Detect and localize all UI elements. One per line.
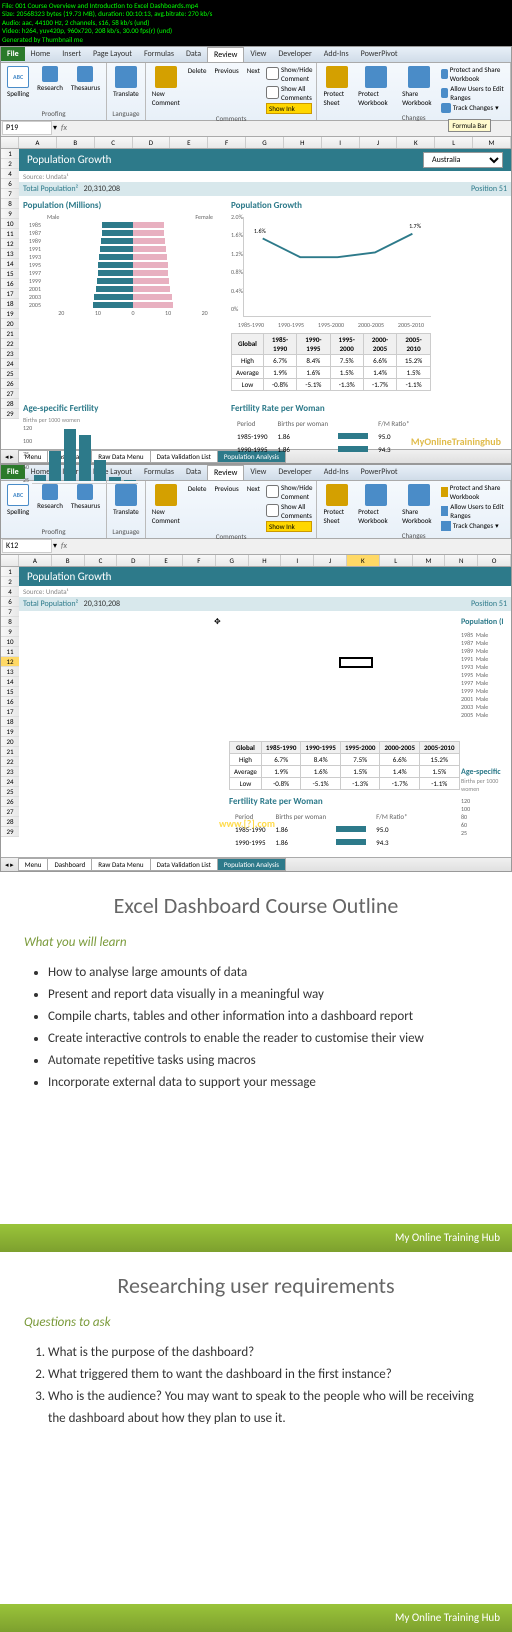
- shield-icon: [441, 69, 448, 79]
- tab-addins[interactable]: Add-Ins: [318, 47, 355, 61]
- fertility-rate-table: Fertility Rate per Woman PeriodBirths pe…: [231, 403, 416, 484]
- track-icon: [441, 103, 451, 113]
- showink-button[interactable]: Show Ink: [266, 103, 312, 114]
- row-headers: 1246789101112131415161718192021222324252…: [1, 149, 19, 419]
- tab-home[interactable]: Home: [25, 47, 57, 61]
- lock-icon: [326, 66, 348, 88]
- col-header[interactable]: L: [435, 137, 473, 148]
- col-header[interactable]: C: [95, 137, 133, 148]
- slide-course-outline: Excel Dashboard Course Outline What you …: [0, 872, 512, 1252]
- global-data-table: Global1985-19901990-19951995-20002000-20…: [231, 333, 431, 391]
- protectwb-button[interactable]: Protect Workbook: [356, 65, 396, 108]
- source-label: Source: Undata¹: [19, 171, 511, 182]
- dashboard-title-bar: Population Growth Australia: [19, 149, 511, 171]
- col-header[interactable]: E: [170, 137, 208, 148]
- next-button[interactable]: Next: [245, 65, 262, 76]
- showall-check[interactable]: Show All Comments: [266, 84, 312, 102]
- tab-developer[interactable]: Developer: [272, 47, 317, 61]
- slide-subtitle: Questions to ask: [24, 1315, 488, 1330]
- protectsheet-button[interactable]: Protect Sheet: [321, 65, 352, 108]
- excel-window-2: File Home Insert Page Layout Formulas Da…: [0, 464, 512, 872]
- users-icon: [441, 88, 448, 98]
- slide-title: Researching user requirements: [24, 1272, 488, 1299]
- comment-icon: [155, 66, 177, 88]
- video-metadata: File: 001 Course Overview and Introducti…: [0, 0, 512, 46]
- protectshare-item[interactable]: Protect and Share Workbook: [441, 65, 506, 83]
- thesaurus-button[interactable]: Thesaurus: [69, 65, 102, 93]
- trackchanges-item[interactable]: Track Changes ▾: [441, 103, 506, 113]
- dashboard-title: Population Growth: [27, 153, 111, 166]
- translate-button[interactable]: Translate: [111, 65, 141, 99]
- total-population-bar: Total Population² 20,310,208 Position 51: [19, 182, 511, 196]
- tab-formulas[interactable]: Formulas: [138, 47, 180, 61]
- col-header[interactable]: G: [246, 137, 284, 148]
- showhide-check[interactable]: Show/Hide Comment: [266, 65, 312, 83]
- research-icon: [42, 66, 58, 82]
- spelling-button[interactable]: ABCSpelling: [5, 65, 31, 99]
- name-box[interactable]: K12: [2, 539, 52, 553]
- sheet-area[interactable]: 1246789101112131415161718192021222324252…: [1, 149, 511, 449]
- excel-window-1: File Home Insert Page Layout Formulas Da…: [0, 46, 512, 464]
- name-box[interactable]: P19: [2, 121, 52, 135]
- newcomment-button[interactable]: New Comment: [150, 65, 182, 108]
- slide-list: What is the purpose of the dashboard? Wh…: [24, 1342, 488, 1430]
- tab-review[interactable]: Review: [207, 47, 244, 62]
- language-label: Language: [111, 109, 141, 118]
- tab-insert[interactable]: Insert: [56, 47, 87, 61]
- sharewb-button[interactable]: Share Workbook: [400, 65, 437, 108]
- col-header[interactable]: J: [360, 137, 398, 148]
- col-header[interactable]: K: [397, 137, 435, 148]
- fertility-bar-chart: Age-specific Fertility Births per 1000 w…: [23, 403, 223, 484]
- growth-line-chart: Population Growth 2.0%1.6%1.2%0.8%0.4%0%…: [231, 200, 431, 395]
- proofing-label: Proofing: [5, 109, 102, 118]
- watermark: MyOnlineTraininghub: [411, 435, 501, 448]
- col-header[interactable]: I: [322, 137, 360, 148]
- slide-title: Excel Dashboard Course Outline: [24, 892, 488, 919]
- col-header[interactable]: B: [57, 137, 95, 148]
- select-all-corner[interactable]: [1, 137, 19, 148]
- fx-icon[interactable]: fx: [57, 123, 71, 133]
- translate-icon: [115, 66, 137, 88]
- research-button[interactable]: Research: [35, 65, 65, 93]
- col-header[interactable]: A: [19, 137, 57, 148]
- workbook-icon: [365, 66, 387, 88]
- tab-view[interactable]: View: [244, 47, 272, 61]
- tab-data[interactable]: Data: [180, 47, 207, 61]
- abc-icon: ABC: [7, 66, 29, 88]
- country-dropdown[interactable]: Australia: [423, 152, 503, 168]
- slide-requirements: Researching user requirements Questions …: [0, 1252, 512, 1632]
- col-header[interactable]: H: [284, 137, 322, 148]
- tab-pagelayout[interactable]: Page Layout: [87, 47, 138, 61]
- thesaurus-icon: [77, 66, 93, 82]
- formula-bar: P19 ▾ fx Formula Bar: [1, 121, 511, 137]
- column-headers: A B C D E F G H I J K L M: [1, 137, 511, 149]
- formula-bar-tooltip: Formula Bar: [448, 119, 491, 132]
- col-header[interactable]: D: [133, 137, 171, 148]
- tab-powerpivot[interactable]: PowerPivot: [355, 47, 404, 61]
- tab-file[interactable]: File: [1, 47, 25, 61]
- population-pyramid-chart: Population (Millions) MaleFemale 1985198…: [23, 200, 223, 395]
- slide-footer: My Online Training Hub: [0, 1604, 512, 1632]
- col-header[interactable]: M: [473, 137, 511, 148]
- cursor-icon: ✥: [214, 617, 221, 627]
- slide-subtitle: What you will learn: [24, 935, 488, 950]
- selected-cell[interactable]: [339, 657, 373, 668]
- share-icon: [408, 66, 430, 88]
- watermark: www.[?].com: [219, 817, 275, 830]
- ribbon-content: ABCSpelling Research Thesaurus Proofing …: [1, 63, 511, 121]
- col-header[interactable]: F: [208, 137, 246, 148]
- ribbon-tabs: File Home Insert Page Layout Formulas Da…: [1, 47, 511, 63]
- allowedit-item[interactable]: Allow Users to Edit Ranges: [441, 84, 506, 102]
- slide-list: How to analyse large amounts of data Pre…: [24, 962, 488, 1095]
- delete-button[interactable]: Delete: [186, 65, 209, 76]
- slide-footer: My Online Training Hub: [0, 1224, 512, 1252]
- previous-button[interactable]: Previous: [212, 65, 240, 76]
